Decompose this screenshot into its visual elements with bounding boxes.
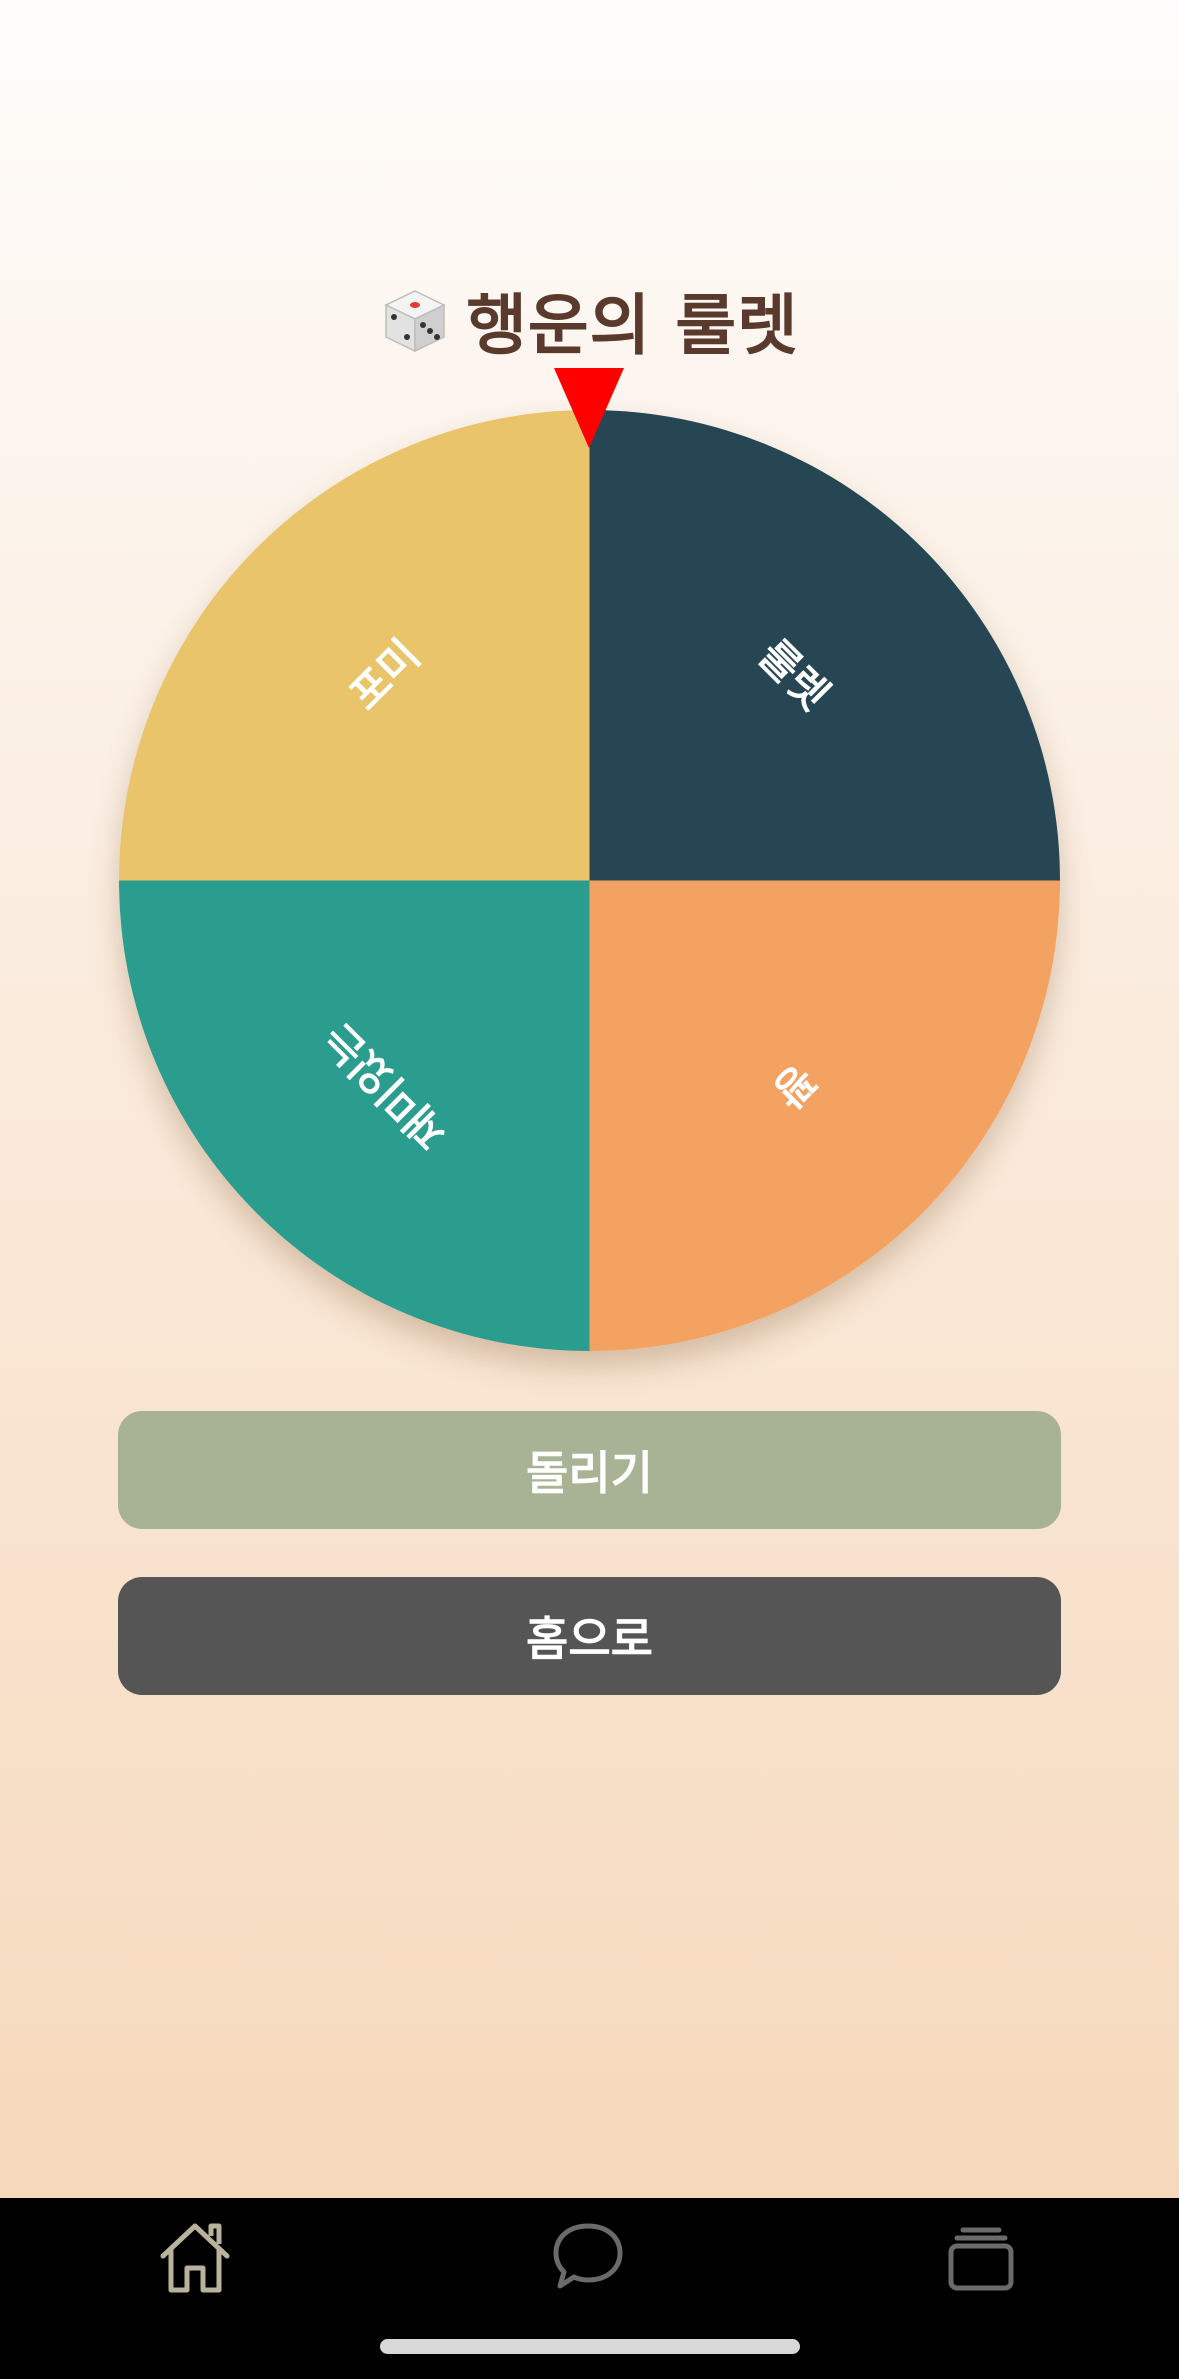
home-button[interactable]: 홈으로 bbox=[118, 1577, 1061, 1695]
chat-icon[interactable] bbox=[548, 2218, 628, 2298]
dice-icon bbox=[384, 290, 446, 353]
wheel-segment-2 bbox=[589, 880, 1060, 1351]
title-text: 행운의 룰렛 bbox=[466, 287, 799, 364]
wheel-segment-4 bbox=[119, 410, 590, 881]
spin-button[interactable]: 돌리기 bbox=[118, 1411, 1061, 1529]
home-indicator[interactable] bbox=[380, 2339, 800, 2354]
page-title: 행운의 룰렛 bbox=[0, 275, 1179, 365]
roulette-wheel[interactable]: 룰렛 꽝 재미있는 포미 bbox=[119, 410, 1060, 1351]
home-icon[interactable] bbox=[155, 2218, 235, 2298]
wheel-pointer bbox=[554, 368, 624, 448]
wheel-segment-3 bbox=[119, 880, 590, 1351]
wheel-segment-1 bbox=[589, 410, 1060, 881]
cards-icon[interactable] bbox=[941, 2218, 1021, 2298]
